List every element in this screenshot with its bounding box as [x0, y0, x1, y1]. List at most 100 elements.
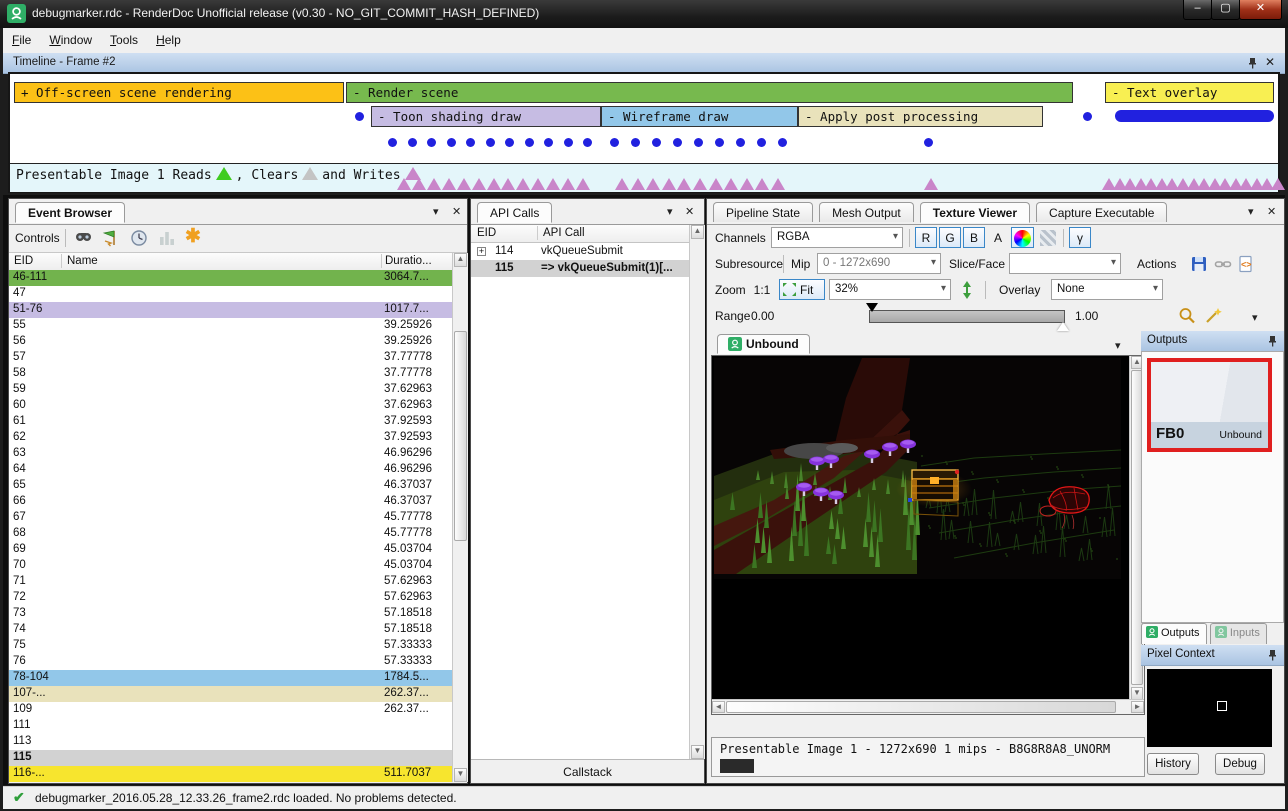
event-row[interactable]: 70vkCmdDrawIndexed(516, 1)45.03704 [9, 558, 452, 574]
debug-button[interactable]: Debug [1215, 753, 1265, 775]
panel-close-icon[interactable]: ✕ [452, 205, 461, 218]
colorwheel-button[interactable] [1011, 227, 1034, 248]
overlay-combo[interactable]: None [1051, 279, 1163, 300]
autofit-range-icon[interactable] [1177, 306, 1197, 326]
menu-file[interactable]: File [3, 28, 40, 53]
find-icon[interactable] [73, 228, 93, 248]
event-row[interactable]: 116-...+Text overlay511.7037 [9, 766, 452, 782]
options-asterisk-icon[interactable]: ✱ [185, 228, 205, 248]
gamma-button[interactable]: γ [1069, 227, 1091, 248]
timeline-panel[interactable]: + Off-screen scene rendering- Render sce… [8, 72, 1280, 193]
channel-b-button[interactable]: B [963, 227, 985, 248]
menu-help[interactable]: Help [147, 28, 190, 53]
callstack-section[interactable]: Callstack [471, 759, 704, 783]
event-row[interactable]: 113=> vkQueueSubmit(2)[1]: vkEndCommandB… [9, 734, 452, 750]
pin-icon[interactable] [1267, 649, 1278, 661]
timeline-subsection-1[interactable]: - Toon shading draw [371, 106, 601, 127]
timeline-close-icon[interactable]: ✕ [1265, 55, 1275, 69]
event-row[interactable]: 75Draw ""57.33333 [9, 638, 452, 654]
menu-window[interactable]: Window [40, 28, 101, 53]
event-row[interactable]: 57Draw "rocks"37.77778 [9, 350, 452, 366]
checker-background-button[interactable] [1037, 227, 1059, 248]
tab-pipeline-state[interactable]: Pipeline State [713, 202, 813, 222]
save-icon[interactable] [1189, 254, 1209, 274]
pixel-context-view[interactable] [1147, 669, 1272, 747]
panel-close-icon[interactable]: ✕ [685, 205, 694, 218]
tab-event-browser[interactable]: Event Browser [15, 202, 125, 223]
tab-unbound-texture[interactable]: Unbound [717, 334, 810, 354]
api-call-row[interactable]: +114vkQueueSubmit [471, 243, 689, 260]
preview-list-icon[interactable]: ▾ [1115, 339, 1121, 352]
event-row[interactable]: 59Draw "cave"37.62963 [9, 382, 452, 398]
event-row[interactable]: 71Draw "chest box"57.62963 [9, 574, 452, 590]
tab-texture-viewer[interactable]: Texture Viewer [920, 202, 1030, 223]
close-button[interactable]: ✕ [1239, 0, 1282, 20]
event-row[interactable]: 68vkCmdDrawIndexed(1677, 1)45.77778 [9, 526, 452, 542]
bookmark-flag-icon[interactable] [101, 228, 121, 248]
event-row[interactable]: 60vkCmdDrawIndexed(60, 1)37.62963 [9, 398, 452, 414]
timeline-subsection-3[interactable]: - Apply post processing [798, 106, 1043, 127]
open-resource-icon[interactable]: <> [1237, 254, 1257, 274]
channel-a-button[interactable]: A [987, 227, 1009, 248]
event-row[interactable]: 56vkCmdDrawIndexed(1554, 1)39.25926 [9, 334, 452, 350]
history-button[interactable]: History [1147, 753, 1199, 775]
fb0-thumbnail[interactable]: FB0 Unbound [1147, 358, 1272, 452]
event-row[interactable]: 67Draw "red mushroom caps"45.77778 [9, 510, 452, 526]
event-row[interactable]: 72vkCmdDrawIndexed(12144, 1)57.62963 [9, 590, 452, 606]
event-row[interactable]: 111vkCmdEndRenderPass(C=Store, D=Store, … [9, 718, 452, 734]
event-row[interactable]: 46-111−Render scene3064.7... [9, 270, 452, 286]
event-row[interactable]: 66vkCmdDrawIndexed(2193, 1)46.37037 [9, 494, 452, 510]
minimize-button[interactable]: – [1183, 0, 1212, 20]
pin-icon[interactable] [1247, 57, 1258, 69]
event-row[interactable]: 64vkCmdDrawIndexed(1062, 1)46.96296 [9, 462, 452, 478]
event-row[interactable]: 62vkCmdDrawIndexed(342, 1)37.92593 [9, 430, 452, 446]
stats-chart-icon[interactable] [157, 228, 177, 248]
pin-icon[interactable] [1267, 335, 1278, 347]
event-row[interactable]: 47vkCmdBeginRenderPass(C=Clear, D=Clear,… [9, 286, 452, 302]
maximize-button[interactable]: ▢ [1211, 0, 1240, 20]
panel-menu-icon[interactable]: ▾ [433, 205, 439, 218]
event-row[interactable]: 65Draw "blue mushroom caps"46.37037 [9, 478, 452, 494]
event-browser-scrollbar[interactable]: ▲ ▼ [452, 253, 468, 782]
channels-combo[interactable]: RGBA [771, 227, 903, 248]
event-row[interactable]: 55Draw "hill"39.25926 [9, 318, 452, 334]
histogram-wand-icon[interactable] [1203, 306, 1223, 326]
range-black-handle[interactable] [866, 303, 878, 312]
range-options-icon[interactable]: ▾ [1252, 311, 1258, 324]
channel-g-button[interactable]: G [939, 227, 961, 248]
api-calls-scrollbar[interactable]: ▲ ▼ [689, 225, 705, 759]
panel-close-icon[interactable]: ✕ [1267, 205, 1276, 218]
expand-plus-icon[interactable]: + [477, 247, 486, 256]
mip-combo[interactable]: 0 - 1272x690 [817, 253, 941, 274]
slice-face-combo[interactable] [1009, 253, 1121, 274]
event-row[interactable]: 51-76−Toon shading draw1017.7... [9, 302, 452, 318]
event-row[interactable]: 78-104+Wireframe draw1784.5... [9, 670, 452, 686]
api-call-row[interactable]: 115=> vkQueueSubmit(1)[... [471, 260, 689, 277]
tab-mesh-output[interactable]: Mesh Output [819, 202, 914, 222]
zoom-fit-button[interactable]: Fit [779, 279, 825, 300]
event-row[interactable]: 63Draw "mushroom stems"46.96296 [9, 446, 452, 462]
event-row[interactable]: 107-...−Apply post processing262.37... [9, 686, 452, 702]
range-min-value[interactable]: 0.00 [751, 309, 774, 323]
event-row[interactable]: 115=> vkQueueSubmit(1)[0]: vkBeginComman… [9, 750, 452, 766]
tab-api-calls[interactable]: API Calls [477, 202, 552, 223]
tab-capture-executable[interactable]: Capture Executable [1036, 202, 1167, 222]
range-slider[interactable] [869, 310, 1065, 323]
menu-tools[interactable]: Tools [101, 28, 147, 53]
range-white-handle[interactable] [1057, 322, 1069, 331]
event-row[interactable]: 73Draw "chest fittings"57.18518 [9, 606, 452, 622]
zoom-level-combo[interactable]: 32% [829, 279, 951, 300]
link-icon[interactable] [1213, 254, 1233, 274]
event-row[interactable]: 69Draw "grass blades"45.03704 [9, 542, 452, 558]
event-row[interactable]: 61Draw "tree"37.92593 [9, 414, 452, 430]
event-row[interactable]: 74vkCmdDrawIndexed(138, 1)57.18518 [9, 622, 452, 638]
panel-menu-icon[interactable]: ▾ [667, 205, 673, 218]
timeline-subsection-2[interactable]: - Wireframe draw [601, 106, 798, 127]
event-row[interactable]: 109vkCmdDraw(4, 1)262.37... [9, 702, 452, 718]
flip-y-icon[interactable] [957, 280, 977, 300]
event-row[interactable]: 76vkCmdDrawIndexed(1098, 1)57.33333 [9, 654, 452, 670]
event-row[interactable]: 58vkCmdDrawIndexed(120, 1)37.77778 [9, 366, 452, 382]
zoom-1to1-button[interactable]: 1:1 [749, 279, 775, 300]
range-max-value[interactable]: 1.00 [1075, 309, 1098, 323]
timeline-section-3[interactable]: - Text overlay [1105, 82, 1274, 103]
